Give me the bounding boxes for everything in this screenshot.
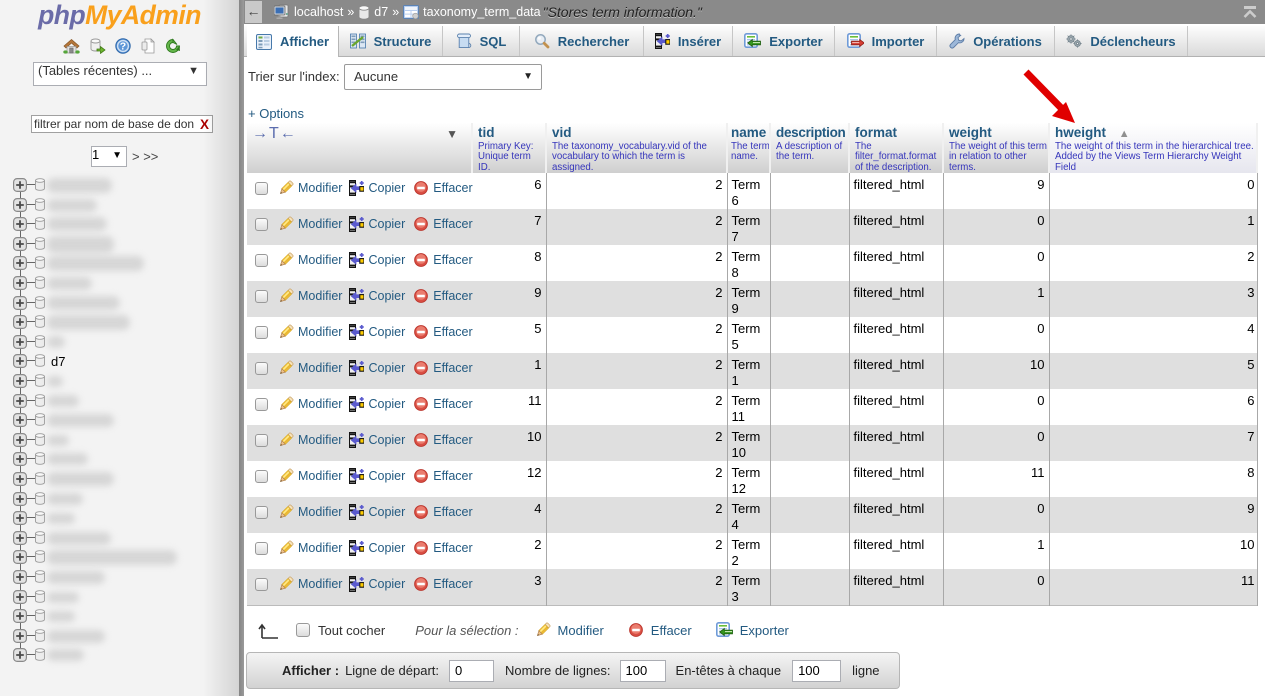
svg-text:?: ? (120, 41, 126, 53)
